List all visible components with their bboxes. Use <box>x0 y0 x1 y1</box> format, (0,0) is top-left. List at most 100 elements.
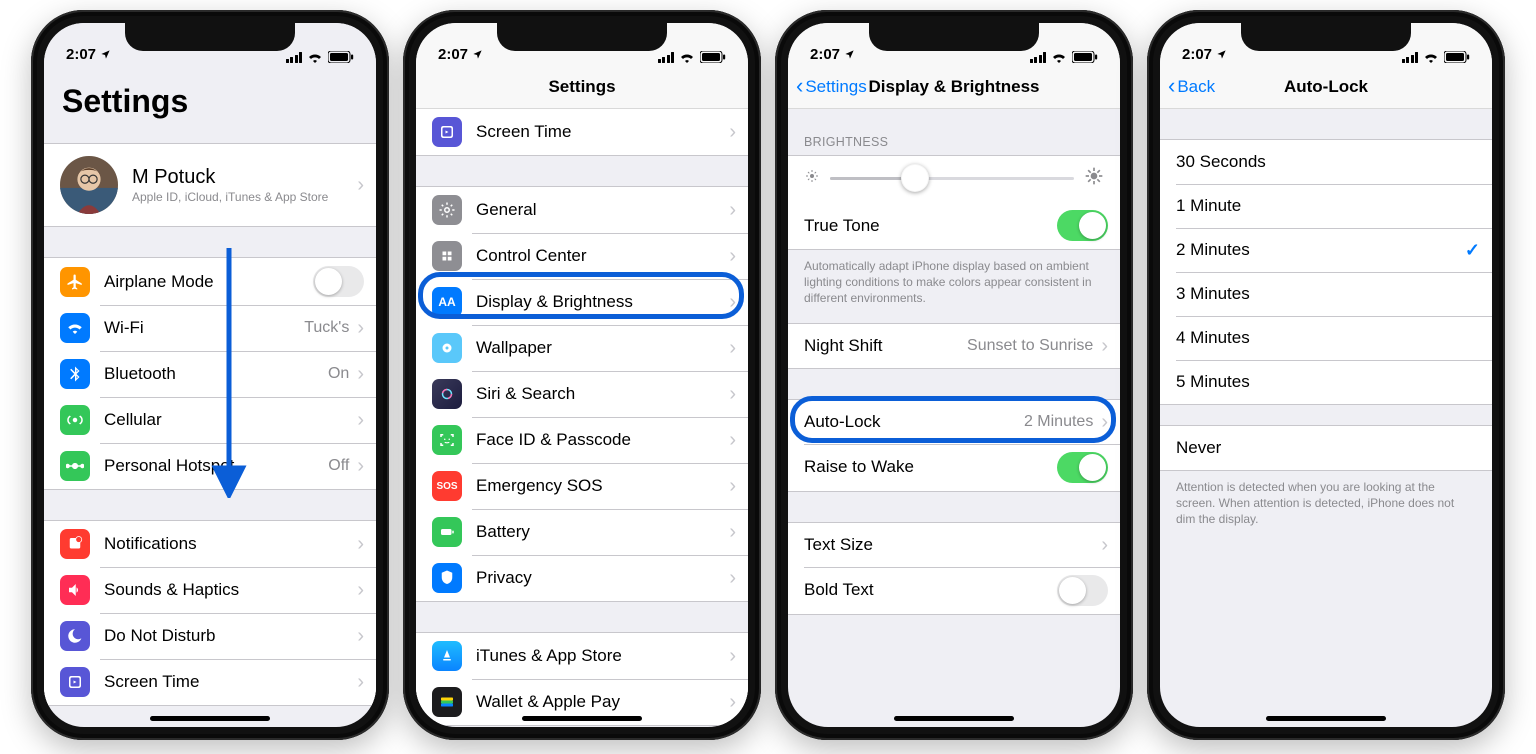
row-bluetooth[interactable]: Bluetooth On › <box>44 351 376 397</box>
home-indicator <box>894 716 1014 721</box>
label: Personal Hotspot <box>104 456 328 476</box>
row-wallpaper[interactable]: Wallpaper› <box>416 325 748 371</box>
raise-to-wake-toggle[interactable] <box>1057 452 1108 483</box>
row-do-not-disturb[interactable]: Do Not Disturb › <box>44 613 376 659</box>
true-tone-footnote: Automatically adapt iPhone display based… <box>788 250 1120 311</box>
chevron-right-icon: › <box>357 672 364 692</box>
row-face-id[interactable]: Face ID & Passcode› <box>416 417 748 463</box>
row-privacy[interactable]: Privacy› <box>416 555 748 601</box>
back-button[interactable]: ‹Back <box>1168 65 1215 108</box>
status-time: 2:07 <box>810 46 840 63</box>
true-tone-toggle[interactable] <box>1057 210 1108 241</box>
back-button[interactable]: ‹Settings <box>796 65 867 108</box>
chevron-right-icon: › <box>729 430 736 450</box>
wallpaper-icon <box>432 333 462 363</box>
sun-large-icon <box>1084 166 1104 190</box>
notch <box>1241 23 1411 51</box>
row-screen-time[interactable]: Screen Time › <box>416 109 748 155</box>
row-itunes-app-store[interactable]: iTunes & App Store› <box>416 633 748 679</box>
wifi-icon <box>307 51 323 63</box>
label: True Tone <box>804 216 1057 236</box>
row-airplane-mode[interactable]: Airplane Mode <box>44 258 376 305</box>
battery-icon <box>1072 51 1098 63</box>
value: Tuck's <box>304 319 349 337</box>
apple-id-row[interactable]: M Potuck Apple ID, iCloud, iTunes & App … <box>44 144 376 226</box>
label: Control Center <box>476 246 727 266</box>
airplane-toggle[interactable] <box>313 266 364 297</box>
wifi-icon <box>1423 51 1439 63</box>
row-text-size[interactable]: Text Size › <box>788 523 1120 567</box>
device-2: 2:07 Settings Screen Time <box>403 10 761 740</box>
chevron-right-icon: › <box>729 476 736 496</box>
row-sounds-haptics[interactable]: Sounds & Haptics › <box>44 567 376 613</box>
row-wifi[interactable]: Wi-Fi Tuck's › <box>44 305 376 351</box>
chevron-right-icon: › <box>729 200 736 220</box>
chevron-right-icon: › <box>729 292 736 312</box>
label: iTunes & App Store <box>476 646 727 666</box>
option-never[interactable]: Never <box>1160 426 1492 470</box>
row-siri-search[interactable]: Siri & Search› <box>416 371 748 417</box>
chevron-right-icon: › <box>357 410 364 430</box>
brightness-slider[interactable] <box>788 156 1120 202</box>
row-raise-to-wake[interactable]: Raise to Wake <box>788 444 1120 491</box>
row-true-tone[interactable]: True Tone <box>788 202 1120 249</box>
label: 5 Minutes <box>1176 372 1480 392</box>
privacy-icon <box>432 563 462 593</box>
tutorial-four-phones: 2:07 Settings <box>0 0 1536 754</box>
row-bold-text[interactable]: Bold Text <box>788 567 1120 614</box>
slider-track[interactable] <box>830 177 1074 180</box>
chevron-right-icon: › <box>357 456 364 476</box>
option-5-minutes[interactable]: 5 Minutes <box>1160 360 1492 404</box>
label: Siri & Search <box>476 384 727 404</box>
chevron-right-icon: › <box>357 364 364 384</box>
wifi-icon <box>1051 51 1067 63</box>
chevron-right-icon: › <box>729 246 736 266</box>
wifi-icon <box>679 51 695 63</box>
label: Privacy <box>476 568 727 588</box>
bold-text-toggle[interactable] <box>1057 575 1108 606</box>
label: Raise to Wake <box>804 457 1057 477</box>
label: 3 Minutes <box>1176 284 1480 304</box>
row-emergency-sos[interactable]: SOS Emergency SOS› <box>416 463 748 509</box>
option-30-seconds[interactable]: 30 Seconds <box>1160 140 1492 184</box>
notch <box>125 23 295 51</box>
nav-bar: Settings <box>416 65 748 109</box>
battery-icon <box>700 51 726 63</box>
label: Notifications <box>104 534 355 554</box>
sos-icon: SOS <box>432 471 462 501</box>
page-title: Settings <box>44 65 376 130</box>
row-auto-lock[interactable]: Auto-Lock 2 Minutes › <box>788 400 1120 444</box>
chevron-right-icon: › <box>729 646 736 666</box>
option-3-minutes[interactable]: 3 Minutes <box>1160 272 1492 316</box>
option-1-minute[interactable]: 1 Minute <box>1160 184 1492 228</box>
row-notifications[interactable]: Notifications › <box>44 521 376 567</box>
chevron-left-icon: ‹ <box>1168 75 1175 97</box>
label: Do Not Disturb <box>104 626 355 646</box>
row-cellular[interactable]: Cellular › <box>44 397 376 443</box>
label: Screen Time <box>104 672 355 692</box>
option-2-minutes[interactable]: 2 Minutes✓ <box>1160 228 1492 272</box>
slider-thumb[interactable] <box>901 164 929 192</box>
row-screen-time[interactable]: Screen Time › <box>44 659 376 705</box>
nav-title: Settings <box>548 77 615 97</box>
row-general[interactable]: General› <box>416 187 748 233</box>
profile-name: M Potuck <box>132 166 355 189</box>
location-icon <box>844 49 855 60</box>
dnd-icon <box>60 621 90 651</box>
sounds-icon <box>60 575 90 605</box>
row-display-brightness[interactable]: AA Display & Brightness› <box>416 279 748 325</box>
cellular-icon <box>60 405 90 435</box>
row-control-center[interactable]: Control Center› <box>416 233 748 279</box>
label: Face ID & Passcode <box>476 430 727 450</box>
row-battery[interactable]: Battery› <box>416 509 748 555</box>
option-4-minutes[interactable]: 4 Minutes <box>1160 316 1492 360</box>
notifications-icon <box>60 529 90 559</box>
row-personal-hotspot[interactable]: Personal Hotspot Off › <box>44 443 376 489</box>
battery-row-icon <box>432 517 462 547</box>
row-night-shift[interactable]: Night Shift Sunset to Sunrise › <box>788 324 1120 368</box>
chevron-right-icon: › <box>1101 412 1108 432</box>
status-time: 2:07 <box>66 46 96 63</box>
display-icon: AA <box>432 287 462 317</box>
chevron-right-icon: › <box>729 568 736 588</box>
section-brightness: BRIGHTNESS <box>788 127 1120 155</box>
